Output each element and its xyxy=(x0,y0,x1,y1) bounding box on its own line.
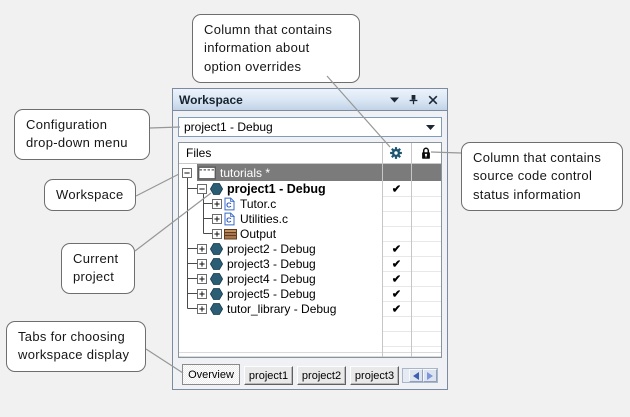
tree-row-label: project3 - Debug xyxy=(227,257,316,271)
tab-project3[interactable]: project3 xyxy=(350,366,399,385)
lock-icon[interactable] xyxy=(421,146,432,160)
configuration-dropdown-value: project1 - Debug xyxy=(179,120,426,134)
c-file-icon: C xyxy=(224,212,235,225)
c-file-icon: C xyxy=(224,197,235,210)
callout-configuration-text: Configuration drop-down menu xyxy=(26,117,128,150)
expander-plus-icon[interactable] xyxy=(212,229,222,239)
tab-label: project2 xyxy=(302,370,341,382)
svg-text:C: C xyxy=(226,200,232,209)
project-icon xyxy=(210,243,223,255)
expander-minus-icon[interactable] xyxy=(197,184,207,194)
tree-row[interactable]: project5 - Debug ✔ xyxy=(179,286,441,301)
expander-plus-icon[interactable] xyxy=(197,259,207,269)
callout-current-project: Current project xyxy=(61,243,135,294)
tab-scroll-right-button[interactable] xyxy=(423,369,437,382)
tree-row[interactable]: project4 - Debug ✔ xyxy=(179,271,441,286)
tree-rows: tutorials * project1 - Debug ✔ C Tutor.c C Uti… xyxy=(179,164,441,357)
tree-row-label: project1 - Debug xyxy=(227,182,326,196)
expander-plus-icon[interactable] xyxy=(212,214,222,224)
panel-title: Workspace xyxy=(173,93,390,107)
tree-row-label: project4 - Debug xyxy=(227,272,316,286)
tab-scroll-track[interactable] xyxy=(402,368,438,383)
callout-source-control: Column that contains source code control… xyxy=(461,142,623,211)
tree-row-label: project5 - Debug xyxy=(227,287,316,301)
tab-strip: Overview project1 project2 project3 xyxy=(177,364,443,388)
project-icon xyxy=(210,303,223,315)
callout-current-project-text: Current project xyxy=(73,251,118,284)
expander-plus-icon[interactable] xyxy=(197,289,207,299)
tree-row[interactable]: C Utilities.c xyxy=(179,211,441,226)
page: Column that contains information about o… xyxy=(0,0,630,417)
tree-row[interactable]: project1 - Debug ✔ xyxy=(179,181,441,196)
workspace-icon xyxy=(198,166,216,179)
override-checkmark: ✔ xyxy=(382,302,411,315)
panel-titlebar: Workspace xyxy=(172,88,448,111)
tree-row[interactable]: C Tutor.c xyxy=(179,196,441,211)
tab-label: project1 xyxy=(249,370,288,382)
expander-plus-icon[interactable] xyxy=(197,304,207,314)
callout-tabs-text: Tabs for choosing workspace display xyxy=(18,329,129,362)
callout-tabs: Tabs for choosing workspace display xyxy=(6,321,146,372)
callout-option-overrides-text: Column that contains information about o… xyxy=(204,22,332,74)
expander-plus-icon[interactable] xyxy=(197,274,207,284)
tab-project1[interactable]: project1 xyxy=(244,366,293,385)
gear-icon[interactable] xyxy=(390,147,403,160)
project-icon xyxy=(210,258,223,270)
tree-row[interactable]: project3 - Debug ✔ xyxy=(179,256,441,271)
tab-scroll-left-button[interactable] xyxy=(409,369,423,382)
workspace-panel: Workspace xyxy=(172,88,448,390)
window-menu-icon[interactable] xyxy=(390,97,399,103)
tab-label: Overview xyxy=(188,369,234,381)
override-checkmark: ✔ xyxy=(382,287,411,300)
close-icon[interactable] xyxy=(428,95,438,105)
tree-row-label: tutorials * xyxy=(220,166,270,180)
override-checkmark: ✔ xyxy=(382,242,411,255)
tree-row[interactable]: Output xyxy=(179,226,441,241)
svg-text:C: C xyxy=(226,215,232,224)
tab-project2[interactable]: project2 xyxy=(297,366,346,385)
pin-icon[interactable] xyxy=(408,94,419,105)
chevron-down-icon xyxy=(426,125,441,130)
tree-row[interactable]: project2 - Debug ✔ xyxy=(179,241,441,256)
tab-overview[interactable]: Overview xyxy=(182,364,240,385)
project-icon xyxy=(210,288,223,300)
expander-plus-icon[interactable] xyxy=(197,244,207,254)
override-checkmark: ✔ xyxy=(382,257,411,270)
tree-row-label: tutor_library - Debug xyxy=(227,302,336,316)
callout-source-control-text: Column that contains source code control… xyxy=(473,150,601,202)
callout-workspace-text: Workspace xyxy=(56,187,123,202)
tree-row[interactable]: tutorials * xyxy=(179,164,441,181)
files-header-row: Files xyxy=(179,143,441,164)
tree-row-label: Output xyxy=(240,227,276,241)
override-checkmark: ✔ xyxy=(382,272,411,285)
tab-label: project3 xyxy=(355,370,394,382)
titlebar-buttons xyxy=(390,94,447,105)
output-icon xyxy=(224,228,237,239)
tree-row-label: project2 - Debug xyxy=(227,242,316,256)
override-checkmark: ✔ xyxy=(382,182,411,195)
panel-body: project1 - Debug Files xyxy=(172,111,448,390)
callout-configuration: Configuration drop-down menu xyxy=(14,109,150,160)
configuration-dropdown[interactable]: project1 - Debug xyxy=(178,117,442,137)
files-column-header[interactable]: Files xyxy=(186,146,211,160)
callout-option-overrides: Column that contains information about o… xyxy=(192,14,360,83)
project-icon xyxy=(210,273,223,285)
expander-plus-icon[interactable] xyxy=(212,199,222,209)
expander-minus-icon[interactable] xyxy=(182,168,192,178)
tree-row[interactable]: tutor_library - Debug ✔ xyxy=(179,301,441,316)
files-tree-pane: Files xyxy=(178,142,442,358)
tree-row-label: Tutor.c xyxy=(240,197,276,211)
project-icon xyxy=(210,183,223,195)
callout-workspace: Workspace xyxy=(44,179,136,211)
tree-row-label: Utilities.c xyxy=(240,212,288,226)
